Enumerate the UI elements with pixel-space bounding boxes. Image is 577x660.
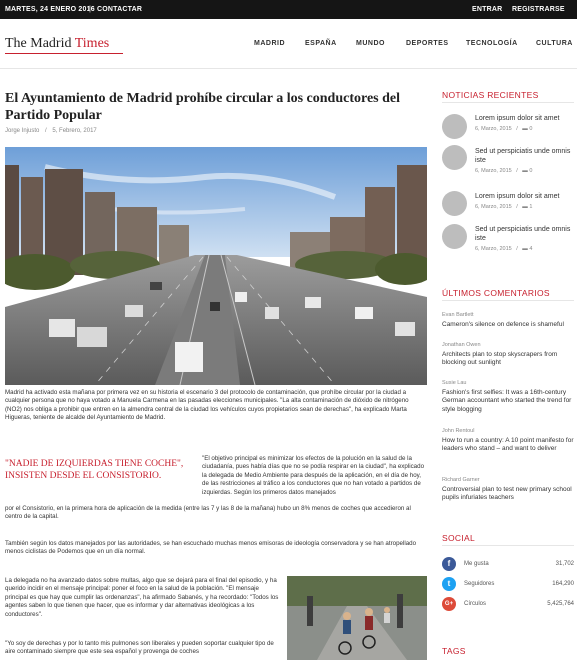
site-header: The Madrid Times MADRID ESPAÑA MUNDO DEP…	[0, 19, 577, 69]
comment-text[interactable]: Architects plan to stop skyscrapers from…	[442, 351, 577, 368]
twitter-icon[interactable]: t	[442, 577, 456, 591]
comment-text[interactable]: Fashion's first selfies: It was a 16th-c…	[442, 389, 577, 414]
recent-sep: /	[516, 204, 518, 210]
recent-sep: /	[516, 168, 518, 174]
recent-news-divider	[442, 102, 574, 103]
recent-title[interactable]: Sed ut perspiciatis unde omnis iste	[475, 147, 575, 165]
recent-meta: 6, Marzo, 2015 / ▬ 0	[475, 168, 532, 174]
recent-title[interactable]: Lorem ipsum dolor sit amet	[475, 192, 575, 201]
comment-author[interactable]: Evan Bartlett	[442, 312, 474, 318]
recent-meta: 6, Marzo, 2015 / ▬ 0	[475, 126, 532, 132]
logo-accent-text: Times	[74, 36, 110, 51]
topbar-separator: |	[89, 6, 92, 13]
current-date: MARTES, 24 ENERO 2016	[5, 6, 95, 13]
article-meta: Jorge Injusto / 5, Febrero, 2017	[5, 128, 97, 134]
article-paragraph-1: Madrid ha activado esta mañana por prime…	[5, 389, 409, 422]
cyclists-image	[287, 576, 427, 660]
top-bar: MARTES, 24 ENERO 2016 | CONTACTAR ENTRAR…	[0, 0, 577, 19]
recent-comments: 0	[529, 168, 533, 174]
recent-sep: /	[516, 246, 518, 252]
comment-author[interactable]: Richard Garner	[442, 477, 480, 483]
register-link[interactable]: REGISTRARSE	[512, 6, 565, 13]
hero-image	[5, 147, 427, 385]
recent-date: 6, Marzo, 2015	[475, 168, 512, 174]
googleplus-count: 5,425,764	[547, 601, 574, 607]
comment-text[interactable]: How to run a country: A 10 point manifes…	[442, 437, 577, 454]
login-link[interactable]: ENTRAR	[472, 6, 502, 13]
article-paragraph-2b: por el Consistorio, en la primera hora d…	[5, 505, 411, 521]
article-title: El Ayuntamiento de Madrid prohíbe circul…	[5, 91, 401, 123]
nav-mundo[interactable]: MUNDO	[356, 40, 385, 47]
recent-news-heading: NOTICIAS RECIENTES	[442, 90, 539, 100]
article-paragraph-5: "Yo soy de derechas y por lo tanto mis p…	[5, 640, 274, 656]
recent-thumb[interactable]	[442, 224, 467, 249]
comment-author[interactable]: Susie Lau	[442, 380, 466, 386]
comment-icon: ▬	[522, 204, 528, 210]
social-divider	[442, 545, 574, 546]
article-author[interactable]: Jorge Injusto	[5, 128, 39, 134]
comment-icon: ▬	[522, 168, 528, 174]
comment-text[interactable]: Cameron's silence on defence is shameful	[442, 321, 577, 329]
site-logo[interactable]: The Madrid Times	[5, 36, 109, 52]
recent-sep: /	[516, 126, 518, 132]
logo-underline	[5, 53, 123, 54]
latest-comments-divider	[442, 300, 574, 301]
article-paragraph-2a: "El objetivo principal es minimizar los …	[202, 455, 425, 496]
recent-meta: 6, Marzo, 2015 / ▬ 4	[475, 246, 532, 252]
comment-text[interactable]: Controversial plan to test new primary s…	[442, 486, 577, 503]
article-date: 5, Febrero, 2017	[52, 128, 97, 134]
comment-author[interactable]: Jonathan Owen	[442, 342, 481, 348]
recent-comments: 4	[529, 246, 533, 252]
comment-icon: ▬	[522, 246, 528, 252]
tags-heading: TAGS	[442, 646, 466, 656]
googleplus-label[interactable]: Círculos	[464, 601, 486, 607]
nav-tecnologia[interactable]: TECNOLOGÍA	[466, 40, 518, 47]
facebook-count: 31,702	[555, 561, 574, 567]
meta-separator: /	[45, 128, 47, 134]
latest-comments-heading: ÚLTIMOS COMENTARIOS	[442, 288, 550, 298]
recent-thumb[interactable]	[442, 114, 467, 139]
article-pullquote: "NADIE DE IZQUIERDAS TIENE COCHE", INSIS…	[5, 459, 184, 481]
recent-date: 6, Marzo, 2015	[475, 126, 512, 132]
recent-thumb[interactable]	[442, 145, 467, 170]
googleplus-icon[interactable]: G+	[442, 597, 456, 611]
twitter-label[interactable]: Seguidores	[464, 581, 494, 587]
recent-comments: 0	[529, 126, 533, 132]
facebook-label[interactable]: Me gusta	[464, 561, 489, 567]
recent-thumb[interactable]	[442, 191, 467, 216]
recent-meta: 6, Marzo, 2015 / ▬ 1	[475, 204, 532, 210]
social-heading: SOCIAL	[442, 533, 475, 543]
recent-date: 6, Marzo, 2015	[475, 246, 512, 252]
nav-cultura[interactable]: CULTURA	[536, 40, 573, 47]
comment-author[interactable]: John Rentoul	[442, 428, 474, 434]
article-paragraph-3: También según los datos manejados por la…	[5, 540, 417, 556]
recent-title[interactable]: Sed ut perspiciatis unde omnis iste	[475, 225, 575, 243]
recent-comments: 1	[529, 204, 533, 210]
facebook-icon[interactable]: f	[442, 557, 456, 571]
nav-deportes[interactable]: DEPORTES	[406, 40, 449, 47]
logo-main-text: The Madrid	[5, 36, 75, 51]
nav-espana[interactable]: ESPAÑA	[305, 40, 337, 47]
cyclists-photo	[287, 576, 427, 660]
highway-photo	[5, 147, 427, 385]
article-paragraph-4: La delegada no ha avanzado datos sobre m…	[5, 577, 279, 618]
comment-icon: ▬	[522, 126, 528, 132]
contact-link[interactable]: CONTACTAR	[97, 6, 142, 13]
recent-title[interactable]: Lorem ipsum dolor sit amet	[475, 114, 575, 123]
twitter-count: 164,290	[552, 581, 574, 587]
nav-madrid[interactable]: MADRID	[254, 40, 285, 47]
recent-date: 6, Marzo, 2015	[475, 204, 512, 210]
